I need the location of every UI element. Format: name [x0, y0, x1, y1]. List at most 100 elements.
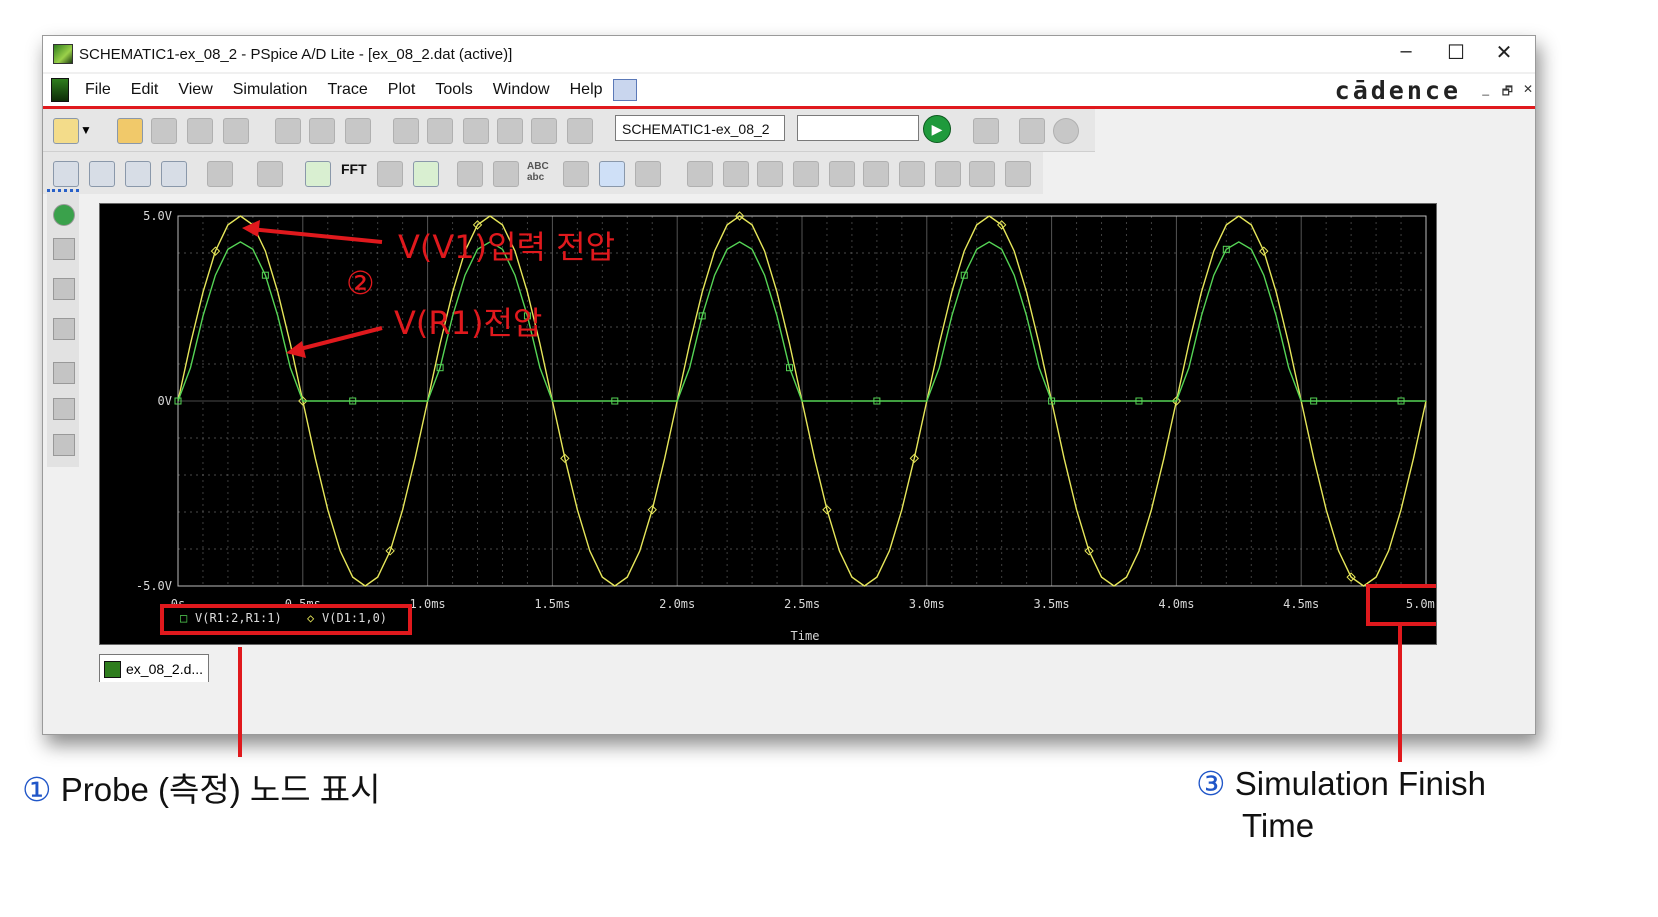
tick-layer: 0s 0.5ms 1.0ms 1.5ms 2.0ms 2.5ms 3.0ms 3.5ms 4.0… — [136, 209, 1442, 611]
zoom-out-icon[interactable] — [89, 161, 115, 187]
probe-current-icon[interactable] — [531, 118, 557, 144]
minimize-button[interactable]: – — [1383, 40, 1429, 63]
add-y-axis-icon[interactable] — [305, 161, 331, 187]
cut-icon[interactable] — [275, 118, 301, 144]
tab-label: ex_08_2.d... — [126, 661, 204, 677]
waveform-chart[interactable]: 0s 0.5ms 1.0ms 1.5ms 2.0ms 2.5ms 3.0ms 3.5ms 4.0… — [100, 204, 1442, 644]
menu-view[interactable]: View — [168, 81, 222, 99]
mdi-restore-button[interactable]: 🗗 — [1502, 82, 1513, 103]
menu-edit[interactable]: Edit — [121, 81, 169, 99]
legend-marker-v1: ◇ — [307, 611, 315, 625]
title-bar: SCHEMATIC1-ex_08_2 - PSpice A/D Lite - [… — [43, 36, 1535, 72]
plot-window[interactable]: 0s 0.5ms 1.0ms 1.5ms 2.0ms 2.5ms 3.0ms 3.5ms 4.0… — [99, 203, 1442, 645]
search-combo[interactable] — [797, 115, 919, 141]
finish-time-callout-line — [1398, 622, 1402, 762]
mark-data-points-icon[interactable] — [635, 161, 661, 187]
cursor-prev-transition-icon[interactable] — [969, 161, 995, 187]
window-tile-icon[interactable] — [612, 79, 637, 101]
zoom-in-icon[interactable] — [53, 161, 79, 187]
menu-help[interactable]: Help — [560, 81, 613, 99]
eval-goal-function-icon[interactable] — [493, 161, 519, 187]
y-tick-label: 0V — [158, 394, 172, 408]
v1-arrowhead — [242, 220, 260, 237]
mdi-close-button[interactable]: ✕ — [1523, 82, 1533, 96]
x-tick-label: 4.0ms — [1158, 597, 1194, 611]
new-plot-icon[interactable] — [53, 362, 75, 384]
new-dropdown-icon[interactable]: ▼ — [79, 118, 93, 142]
cursor-min-icon[interactable] — [793, 161, 819, 187]
x-tick-label: 1.5ms — [534, 597, 570, 611]
edit-plot-icon[interactable] — [53, 398, 75, 420]
save-icon[interactable] — [187, 118, 213, 144]
menu-file[interactable]: File — [75, 81, 121, 99]
select-pointer-icon[interactable] — [599, 161, 625, 187]
legend-callout-line — [238, 647, 242, 757]
undo-icon[interactable] — [393, 118, 419, 144]
mdi-minimize-button[interactable]: _ — [1482, 82, 1489, 96]
left-toolbar — [47, 189, 79, 467]
fft-button[interactable]: FFT — [341, 161, 367, 177]
step1-caption: ① Probe (측정) 노드 표시 — [22, 763, 380, 811]
v1-annotation-label: V(V1)입력 전압 — [398, 228, 615, 266]
x-tick-label: 4.5ms — [1283, 597, 1319, 611]
profile-combo[interactable]: SCHEMATIC1-ex_08_2 — [615, 115, 785, 141]
cursor-slope-icon[interactable] — [757, 161, 783, 187]
menu-simulation[interactable]: Simulation — [223, 81, 318, 99]
add-text-label-button[interactable]: ABC abc — [527, 161, 553, 183]
window-title: SCHEMATIC1-ex_08_2 - PSpice A/D Lite - [… — [79, 45, 513, 63]
cursor-trough-icon[interactable] — [723, 161, 749, 187]
view-log-icon[interactable] — [53, 278, 75, 300]
legend-label-v1[interactable]: V(D1:1,0) — [322, 611, 387, 625]
plot-view-icon[interactable] — [53, 318, 75, 340]
add-trace-icon[interactable] — [457, 161, 483, 187]
menu-plot[interactable]: Plot — [378, 81, 426, 99]
step2-marker: ② — [346, 264, 375, 302]
x-tick-label: 2.5ms — [784, 597, 820, 611]
cursor-peak-icon[interactable] — [687, 161, 713, 187]
marker-settings-icon[interactable] — [53, 434, 75, 456]
step3-line1: Simulation Finish — [1234, 765, 1487, 802]
probe-power-icon[interactable] — [567, 118, 593, 144]
redo-icon[interactable] — [427, 118, 453, 144]
zoom-area-icon[interactable] — [125, 161, 151, 187]
y-tick-label: -5.0V — [136, 579, 172, 593]
bookmark-icon[interactable] — [463, 118, 489, 144]
performance-analysis-icon[interactable] — [377, 161, 403, 187]
r1-arrow-line — [295, 326, 383, 352]
cursor-max-icon[interactable] — [829, 161, 855, 187]
copy-plot-icon[interactable] — [257, 161, 283, 187]
document-icon[interactable] — [51, 78, 69, 102]
v1-arrow-line — [249, 227, 383, 244]
r1-annotation-label: V(R1)전압 — [394, 304, 542, 342]
cursor-point-icon[interactable] — [863, 161, 889, 187]
maximize-button[interactable]: ☐ — [1433, 40, 1479, 65]
close-button[interactable]: ✕ — [1481, 40, 1527, 65]
add-file-icon[interactable] — [151, 118, 177, 144]
menu-window[interactable]: Window — [483, 81, 560, 99]
x-tick-label: 1.0ms — [410, 597, 446, 611]
pause-icon[interactable] — [1019, 118, 1045, 144]
menu-trace[interactable]: Trace — [317, 81, 377, 99]
cursor-next-transition-icon[interactable] — [935, 161, 961, 187]
output-file-icon[interactable] — [53, 238, 75, 260]
stop-icon[interactable] — [1053, 118, 1079, 144]
mark-label-icon[interactable] — [1005, 161, 1031, 187]
run-simulation-button[interactable]: ▶ — [923, 115, 951, 143]
zoom-fit-icon[interactable] — [161, 161, 187, 187]
new-file-icon[interactable] — [53, 118, 79, 144]
open-folder-icon[interactable] — [117, 118, 143, 144]
legend-label-r1[interactable]: V(R1:2,R1:1) — [195, 611, 282, 625]
export-excel-icon[interactable] — [413, 161, 439, 187]
tab-ex-08-2-dat[interactable]: ex_08_2.d... — [99, 654, 209, 682]
plot-window-template-icon[interactable] — [563, 161, 589, 187]
cursor-search-icon[interactable] — [899, 161, 925, 187]
edit-profile-icon[interactable] — [973, 118, 999, 144]
step3-number: ③ — [1196, 765, 1226, 802]
menu-tools[interactable]: Tools — [425, 81, 482, 99]
copy-icon[interactable] — [309, 118, 335, 144]
print-icon[interactable] — [223, 118, 249, 144]
run-icon[interactable] — [53, 204, 75, 226]
probe-voltage-icon[interactable] — [497, 118, 523, 144]
paste-icon[interactable] — [345, 118, 371, 144]
toggle-element-icon[interactable] — [207, 161, 233, 187]
